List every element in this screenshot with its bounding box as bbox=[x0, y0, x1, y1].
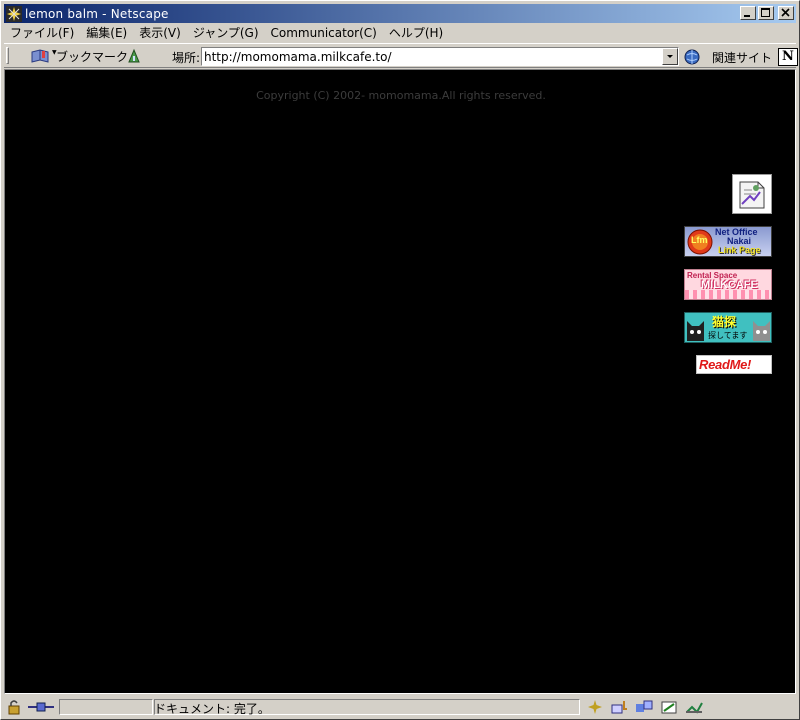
readme-text: ReadMe! bbox=[699, 357, 752, 372]
progress-bar bbox=[59, 699, 153, 715]
minimize-icon bbox=[744, 15, 750, 17]
location-toolbar: ▼ ブックマーク 場所: 関連サイト N bbox=[4, 43, 798, 68]
related-sites-button[interactable]: 関連サイト bbox=[712, 49, 772, 66]
neko-line2: 探してます bbox=[708, 331, 748, 340]
close-icon bbox=[781, 8, 790, 17]
related-sites-icon[interactable] bbox=[684, 48, 702, 66]
milkcafe-banner[interactable]: Rental Space MILKCAFE bbox=[684, 269, 772, 300]
mail-link-icon[interactable] bbox=[732, 174, 772, 214]
url-history-dropdown[interactable] bbox=[662, 48, 678, 65]
menu-help[interactable]: ヘルプ(H) bbox=[383, 24, 449, 41]
menu-communicator[interactable]: Communicator(C) bbox=[265, 26, 383, 40]
bookmarks-button[interactable]: ブックマーク bbox=[56, 48, 128, 65]
discussion-groups-icon[interactable] bbox=[634, 699, 656, 715]
copyright-text: Copyright (C) 2002- momomama.All rights … bbox=[256, 89, 546, 102]
menu-bar: ファイル(F) 編集(E) 表示(V) ジャンプ(G) Communicator… bbox=[4, 23, 796, 42]
composer-icon[interactable] bbox=[659, 699, 681, 715]
status-bar: ドキュメント: 完了。 bbox=[4, 697, 798, 718]
location-label: 場所: bbox=[172, 51, 201, 65]
net-office-nakai-banner[interactable]: Lfm Net Office Nakai Link Page bbox=[684, 226, 772, 257]
status-message: ドキュメント: 完了。 bbox=[154, 702, 270, 716]
connection-plug-icon bbox=[28, 702, 54, 712]
netscape-app-icon bbox=[6, 5, 22, 22]
edit-icon[interactable] bbox=[684, 699, 706, 715]
component-bar bbox=[584, 699, 706, 715]
readme-banner[interactable]: ReadMe! bbox=[696, 355, 772, 374]
page-info-icon[interactable] bbox=[126, 48, 142, 64]
menu-edit[interactable]: 編集(E) bbox=[80, 24, 133, 41]
menu-go[interactable]: ジャンプ(G) bbox=[187, 24, 265, 41]
url-input[interactable] bbox=[202, 49, 661, 64]
netscape-n-logo[interactable]: N bbox=[778, 48, 798, 66]
maximize-button[interactable] bbox=[758, 6, 774, 20]
maximize-icon bbox=[761, 8, 770, 17]
minimize-button[interactable] bbox=[740, 6, 756, 20]
mailbox-icon[interactable] bbox=[609, 699, 631, 715]
title-bar[interactable]: lemon balm - Netscape bbox=[4, 4, 796, 23]
neko-search-banner[interactable]: 猫探 探してます bbox=[684, 312, 772, 343]
neko-line1: 猫探 bbox=[712, 315, 737, 329]
window-title: lemon balm - Netscape bbox=[25, 6, 169, 21]
security-lock-icon[interactable] bbox=[6, 699, 24, 715]
navigator-icon[interactable] bbox=[584, 699, 606, 715]
page-content: Copyright (C) 2002- momomama.All rights … bbox=[4, 69, 796, 694]
milkcafe-line2: MILKCAFE bbox=[701, 279, 758, 291]
bookmarks-icon[interactable] bbox=[30, 48, 52, 64]
menu-file[interactable]: ファイル(F) bbox=[4, 24, 80, 41]
url-field-container bbox=[201, 47, 679, 66]
toolbar-grip[interactable] bbox=[6, 47, 9, 64]
milkcafe-pattern bbox=[685, 290, 771, 299]
close-button[interactable] bbox=[778, 6, 794, 20]
menu-view[interactable]: 表示(V) bbox=[133, 24, 187, 41]
browser-window: lemon balm - Netscape ファイル(F) 編集(E) 表示(V… bbox=[0, 0, 800, 720]
net-office-line3: Link Page bbox=[718, 245, 761, 255]
chevron-down-icon bbox=[667, 55, 673, 58]
net-office-logo-text: Lfm bbox=[691, 235, 708, 245]
